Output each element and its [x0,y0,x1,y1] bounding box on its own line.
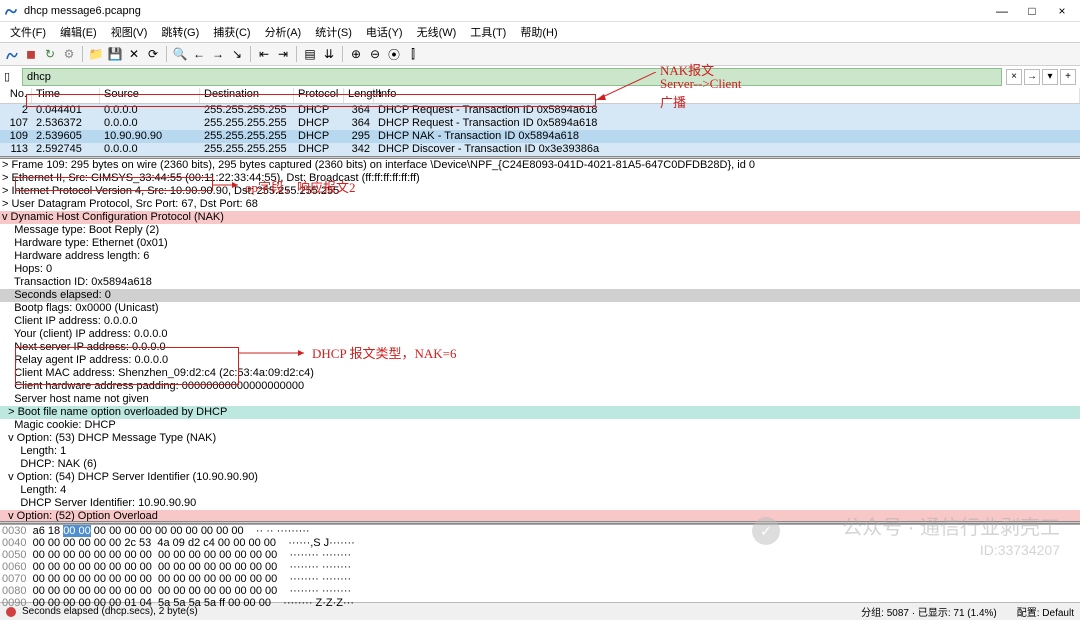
detail-line[interactable]: DHCP Server Identifier: 10.90.90.90 [0,497,1080,510]
byte-line[interactable]: 0060 00 00 00 00 00 00 00 00 00 00 00 00… [0,561,1080,573]
filter-clear-icon[interactable]: × [1006,69,1022,85]
expert-info-icon[interactable] [6,607,16,617]
toolbar: ◼ ↻ ⚙ 📁 💾 ✕ ⟳ 🔍 ← → ↘ ⇤ ⇥ ▤ ⇊ ⊕ ⊖ ⦿ ⫿ [0,42,1080,66]
maximize-button[interactable]: □ [1018,2,1046,20]
detail-line[interactable]: Length: 1 [0,445,1080,458]
detail-line[interactable]: Client IP address: 0.0.0.0 [0,315,1080,328]
detail-line[interactable]: > Internet Protocol Version 4, Src: 10.9… [0,185,1080,198]
detail-line[interactable]: Length: 4 [0,484,1080,497]
packet-row[interactable]: 1092.53960510.90.90.90255.255.255.255DHC… [0,130,1080,143]
menu-view[interactable]: 视图(V) [105,24,154,40]
detail-line[interactable]: Bootp flags: 0x0000 (Unicast) [0,302,1080,315]
menu-edit[interactable]: 编辑(E) [54,24,103,40]
filter-bar: ▯ × → ▾ + [0,66,1080,88]
menu-bar: 文件(F) 编辑(E) 视图(V) 跳转(G) 捕获(C) 分析(A) 统计(S… [0,22,1080,42]
detail-line[interactable]: Hops: 0 [0,263,1080,276]
detail-line[interactable]: Server host name not given [0,393,1080,406]
last-icon[interactable]: ⇥ [275,46,291,62]
byte-line[interactable]: 0070 00 00 00 00 00 00 00 00 00 00 00 00… [0,573,1080,585]
menu-wireless[interactable]: 无线(W) [411,24,463,40]
find-icon[interactable]: 🔍 [172,46,188,62]
byte-line[interactable]: 0080 00 00 00 00 00 00 00 00 00 00 00 00… [0,585,1080,597]
packet-list-header: No. Time Source Destination Protocol Len… [0,88,1080,104]
wireshark-icon [4,4,18,18]
zoom-out-icon[interactable]: ⊖ [367,46,383,62]
start-capture-icon[interactable] [4,46,20,62]
reload-icon[interactable]: ⟳ [145,46,161,62]
menu-stats[interactable]: 统计(S) [309,24,358,40]
save-icon[interactable]: 💾 [107,46,123,62]
byte-line[interactable]: 0040 00 00 00 00 00 00 2c 53 4a 09 d2 c4… [0,537,1080,549]
status-field: Seconds elapsed (dhcp.secs), 2 byte(s) [22,606,198,617]
byte-line[interactable]: 0030 a6 18 00 00 00 00 00 00 00 00 00 00… [0,525,1080,537]
zoom-in-icon[interactable]: ⊕ [348,46,364,62]
zoom-reset-icon[interactable]: ⦿ [386,46,402,62]
status-profile[interactable]: 配置: Default [1017,604,1074,619]
restart-capture-icon[interactable]: ↻ [42,46,58,62]
detail-line[interactable]: > Ethernet II, Src: CIMSYS_33:44:55 (00:… [0,172,1080,185]
menu-telephony[interactable]: 电话(Y) [360,24,409,40]
first-icon[interactable]: ⇤ [256,46,272,62]
detail-line[interactable]: > Frame 109: 295 bytes on wire (2360 bit… [0,159,1080,172]
open-icon[interactable]: 📁 [88,46,104,62]
detail-line[interactable]: Hardware address length: 6 [0,250,1080,263]
detail-line[interactable]: > Boot file name option overloaded by DH… [0,406,1080,419]
detail-line[interactable]: v Option: (54) DHCP Server Identifier (1… [0,471,1080,484]
detail-line[interactable]: Relay agent IP address: 0.0.0.0 [0,354,1080,367]
menu-tools[interactable]: 工具(T) [464,24,512,40]
detail-line[interactable]: Hardware type: Ethernet (0x01) [0,237,1080,250]
filter-expr-icon[interactable]: ▾ [1042,69,1058,85]
menu-capture[interactable]: 捕获(C) [207,24,256,40]
filter-add-icon[interactable]: + [1060,69,1076,85]
col-protocol[interactable]: Protocol [294,88,344,103]
detail-line[interactable]: Next server IP address: 0.0.0.0 [0,341,1080,354]
bookmark-icon[interactable]: ▯ [4,70,18,84]
detail-line[interactable]: v Option: (52) Option Overload [0,510,1080,521]
detail-line[interactable]: Message type: Boot Reply (2) [0,224,1080,237]
colorize-icon[interactable]: ▤ [302,46,318,62]
stop-capture-icon[interactable]: ◼ [23,46,39,62]
col-info[interactable]: Info [374,88,1080,103]
prev-icon[interactable]: ← [191,46,207,62]
col-no[interactable]: No. [0,88,32,103]
filter-apply-icon[interactable]: → [1024,69,1040,85]
options-icon[interactable]: ⚙ [61,46,77,62]
close-file-icon[interactable]: ✕ [126,46,142,62]
detail-line[interactable]: v Dynamic Host Configuration Protocol (N… [0,211,1080,224]
detail-line[interactable]: > User Datagram Protocol, Src Port: 67, … [0,198,1080,211]
detail-line[interactable]: Your (client) IP address: 0.0.0.0 [0,328,1080,341]
resize-cols-icon[interactable]: ⫿ [405,46,421,62]
col-destination[interactable]: Destination [200,88,294,103]
packet-list[interactable]: No. Time Source Destination Protocol Len… [0,88,1080,156]
col-length[interactable]: Length [344,88,374,103]
window-title: dhcp message6.pcapng [24,5,988,17]
packet-row[interactable]: 1072.5363720.0.0.0255.255.255.255DHCP364… [0,117,1080,130]
detail-line[interactable]: Transaction ID: 0x5894a618 [0,276,1080,289]
menu-help[interactable]: 帮助(H) [514,24,563,40]
byte-line[interactable]: 0050 00 00 00 00 00 00 00 00 00 00 00 00… [0,549,1080,561]
menu-analyze[interactable]: 分析(A) [259,24,308,40]
title-bar: dhcp message6.pcapng — □ × [0,0,1080,22]
detail-line[interactable]: Magic cookie: DHCP [0,419,1080,432]
minimize-button[interactable]: — [988,2,1016,20]
detail-line[interactable]: DHCP: NAK (6) [0,458,1080,471]
packet-details[interactable]: > Frame 109: 295 bytes on wire (2360 bit… [0,159,1080,521]
status-packets: 分组: 5087 · 已显示: 71 (1.4%) [861,604,997,619]
menu-go[interactable]: 跳转(G) [155,24,205,40]
packet-row[interactable]: 20.0444010.0.0.0255.255.255.255DHCP364DH… [0,104,1080,117]
display-filter-input[interactable] [22,68,1002,86]
autoscroll-icon[interactable]: ⇊ [321,46,337,62]
menu-file[interactable]: 文件(F) [4,24,52,40]
packet-bytes[interactable]: 0030 a6 18 00 00 00 00 00 00 00 00 00 00… [0,524,1080,602]
col-source[interactable]: Source [100,88,200,103]
col-time[interactable]: Time [32,88,100,103]
jump-icon[interactable]: ↘ [229,46,245,62]
packet-row[interactable]: 1132.5927450.0.0.0255.255.255.255DHCP342… [0,143,1080,156]
detail-line[interactable]: Client MAC address: Shenzhen_09:d2:c4 (2… [0,367,1080,380]
detail-line[interactable]: v Option: (53) DHCP Message Type (NAK) [0,432,1080,445]
detail-line[interactable]: Client hardware address padding: 0000000… [0,380,1080,393]
detail-line[interactable]: Seconds elapsed: 0 [0,289,1080,302]
next-icon[interactable]: → [210,46,226,62]
close-button[interactable]: × [1048,2,1076,20]
